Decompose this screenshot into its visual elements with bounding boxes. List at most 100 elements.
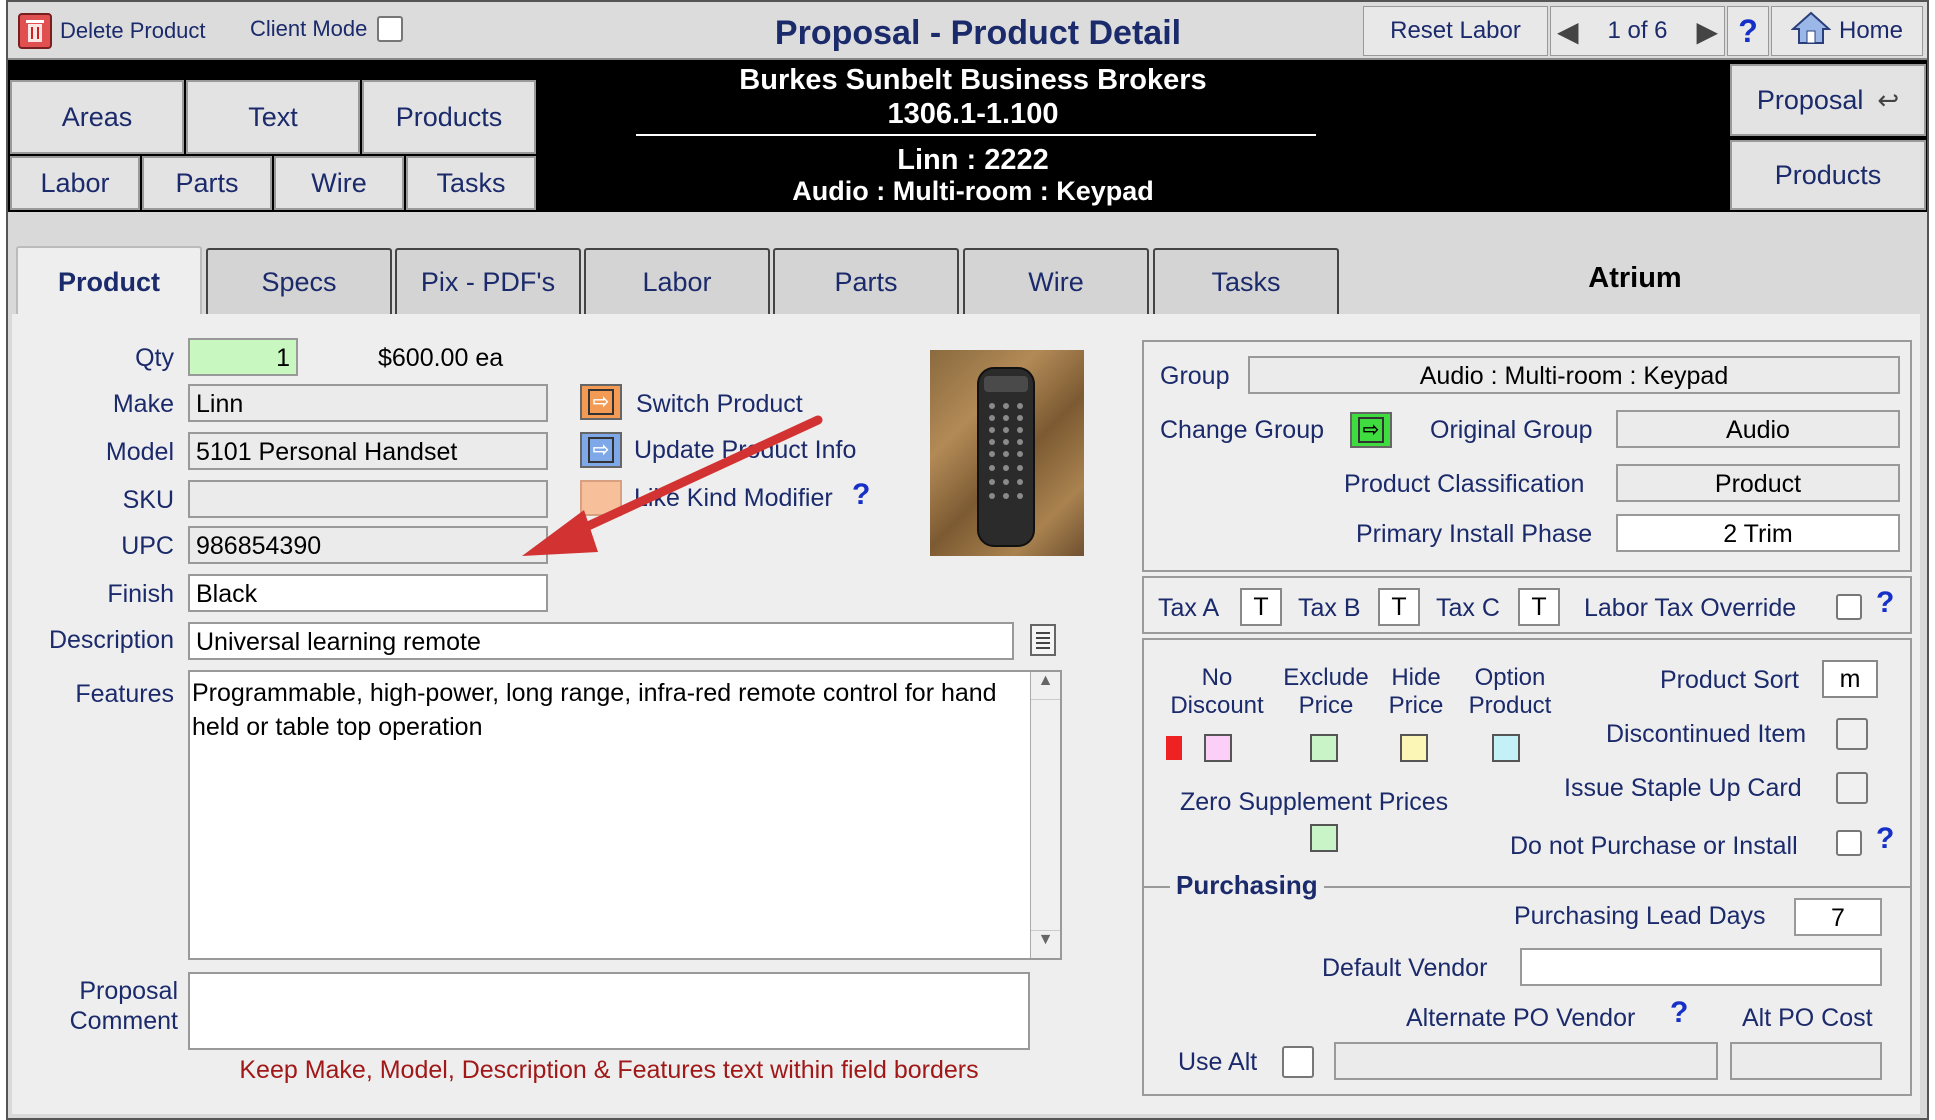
previous-record-icon[interactable]: ◀ xyxy=(1557,15,1579,48)
area-name: Atrium xyxy=(1588,262,1682,294)
no-discount-label-line1: No xyxy=(1201,664,1233,691)
client-mode-checkbox[interactable] xyxy=(377,16,404,42)
option-product-label: Option Product xyxy=(1456,664,1564,720)
qty-field[interactable]: 1 xyxy=(188,338,298,376)
notes-icon[interactable] xyxy=(1030,624,1056,656)
hide-price-label-line2: Price xyxy=(1388,692,1444,719)
tax-b-label: Tax B xyxy=(1298,594,1361,622)
upc-field[interactable]: 986854390 xyxy=(188,526,548,564)
like-kind-help-icon[interactable]: ? xyxy=(852,478,870,512)
labor-tax-override-checkbox[interactable] xyxy=(1836,594,1862,620)
default-vendor-field[interactable] xyxy=(1520,948,1882,986)
scroll-up-icon[interactable]: ▲ xyxy=(1031,672,1060,700)
labor-tax-override-label: Labor Tax Override xyxy=(1584,594,1797,622)
tax-a-label: Tax A xyxy=(1158,594,1220,622)
record-header: Areas Text Products Labor Parts Wire Tas… xyxy=(8,60,1927,212)
home-button[interactable]: Home xyxy=(1771,6,1923,56)
field-border-warning: Keep Make, Model, Description & Features… xyxy=(239,1056,979,1084)
client-mode[interactable]: Client Mode xyxy=(250,16,404,42)
tab-tasks[interactable]: Tasks xyxy=(1153,248,1339,314)
make-label: Make xyxy=(112,390,174,418)
proposal-comment-label-line1: Proposal xyxy=(79,977,178,1005)
exclude-price-label-line2: Price xyxy=(1298,692,1354,719)
discontinued-label: Discontinued Item xyxy=(1606,720,1807,748)
delete-product-button[interactable]: Delete Product xyxy=(18,6,238,56)
zero-supplement-checkbox[interactable] xyxy=(1310,824,1338,852)
tab-product[interactable]: Product xyxy=(16,246,202,316)
tax-b-field[interactable]: T xyxy=(1378,588,1420,626)
description-label: Description xyxy=(48,626,174,654)
nav-wire-button[interactable]: Wire xyxy=(274,156,404,210)
finish-label: Finish xyxy=(107,580,174,608)
nav-tasks-button[interactable]: Tasks xyxy=(406,156,536,210)
original-group-field[interactable]: Audio xyxy=(1616,410,1900,448)
client-name: Burkes Sunbelt Business Brokers xyxy=(739,64,1207,96)
issue-staple-up-label: Issue Staple Up Card xyxy=(1564,774,1802,802)
alternate-po-vendor-field[interactable] xyxy=(1334,1042,1718,1080)
group-field[interactable]: Audio : Multi-room : Keypad xyxy=(1248,356,1900,394)
alt-po-cost-field[interactable] xyxy=(1730,1042,1882,1080)
hide-price-checkbox[interactable] xyxy=(1400,734,1428,762)
reset-labor-button[interactable]: Reset Labor xyxy=(1363,6,1548,56)
exclude-price-checkbox[interactable] xyxy=(1310,734,1338,762)
product-group-header: Audio : Multi-room : Keypad xyxy=(792,176,1154,206)
tab-pix-pdfs[interactable]: Pix - PDF's xyxy=(395,248,581,314)
labor-tax-help-icon[interactable]: ? xyxy=(1876,586,1894,620)
sku-field[interactable] xyxy=(188,480,548,518)
no-discount-checkbox[interactable] xyxy=(1204,734,1232,762)
tax-a-field[interactable]: T xyxy=(1240,588,1282,626)
product-image[interactable] xyxy=(930,350,1084,556)
tax-c-field[interactable]: T xyxy=(1518,588,1560,626)
top-toolbar: Delete Product Client Mode Proposal - Pr… xyxy=(8,2,1927,60)
alternate-po-vendor-help-icon[interactable]: ? xyxy=(1670,996,1688,1030)
use-alt-checkbox[interactable] xyxy=(1282,1046,1314,1078)
make-field[interactable]: Linn xyxy=(188,384,548,422)
help-button[interactable]: ? xyxy=(1727,6,1769,56)
change-group-button[interactable]: ⇨ xyxy=(1350,412,1392,448)
nav-labor-button[interactable]: Labor xyxy=(10,156,140,210)
do-not-purchase-checkbox[interactable] xyxy=(1836,830,1862,856)
return-arrow-icon: ↩ xyxy=(1877,84,1900,115)
product-sort-field[interactable]: m xyxy=(1822,660,1878,698)
model-field[interactable]: 5101 Personal Handset xyxy=(188,432,548,470)
product-classification-field[interactable]: Product xyxy=(1616,464,1900,502)
next-record-icon[interactable]: ▶ xyxy=(1696,15,1718,48)
nav-parts-button[interactable]: Parts xyxy=(142,156,272,210)
option-product-label-line2: Product xyxy=(1468,692,1552,719)
description-field[interactable]: Universal learning remote xyxy=(188,622,1014,660)
purchasing-section-label: Purchasing xyxy=(1170,870,1324,901)
proposal-button[interactable]: Proposal ↩ xyxy=(1730,64,1926,136)
features-field[interactable]: Programmable, high-power, long range, in… xyxy=(188,670,1062,960)
home-label: Home xyxy=(1838,17,1904,44)
option-product-checkbox[interactable] xyxy=(1492,734,1520,762)
discontinued-checkbox[interactable] xyxy=(1836,718,1868,750)
features-scrollbar[interactable]: ▲ ▼ xyxy=(1030,672,1060,958)
primary-install-phase-field[interactable]: 2 Trim xyxy=(1616,514,1900,552)
help-icon: ? xyxy=(1738,12,1758,49)
default-vendor-label: Default Vendor xyxy=(1322,954,1488,982)
alternate-po-vendor-label: Alternate PO Vendor xyxy=(1406,1004,1636,1032)
products-return-button[interactable]: Products xyxy=(1730,140,1926,210)
use-alt-label: Use Alt xyxy=(1178,1048,1258,1076)
proposal-comment-field[interactable] xyxy=(188,972,1030,1050)
purchasing-lead-days-field[interactable]: 7 xyxy=(1794,898,1882,936)
home-icon xyxy=(1790,11,1832,52)
page-title: Proposal - Product Detail xyxy=(774,14,1182,52)
tab-wire[interactable]: Wire xyxy=(963,248,1149,314)
hide-price-label: Hide Price xyxy=(1384,664,1448,720)
model-label: Model xyxy=(105,438,174,466)
tab-parts[interactable]: Parts xyxy=(773,248,959,314)
proposal-comment-label-line2: Comment xyxy=(69,1007,178,1035)
nav-products-button[interactable]: Products xyxy=(362,80,536,154)
nav-text-button[interactable]: Text xyxy=(186,80,360,154)
finish-field[interactable]: Black xyxy=(188,574,548,612)
scroll-down-icon[interactable]: ▼ xyxy=(1031,930,1060,958)
do-not-purchase-help-icon[interactable]: ? xyxy=(1876,822,1894,856)
zero-supplement-label: Zero Supplement Prices xyxy=(1180,788,1449,816)
tab-labor[interactable]: Labor xyxy=(584,248,770,314)
purchasing-lead-days-label: Purchasing Lead Days xyxy=(1514,902,1766,930)
tab-specs[interactable]: Specs xyxy=(206,248,392,314)
header-divider xyxy=(636,134,1316,136)
issue-staple-up-checkbox[interactable] xyxy=(1836,772,1868,804)
nav-areas-button[interactable]: Areas xyxy=(10,80,184,154)
